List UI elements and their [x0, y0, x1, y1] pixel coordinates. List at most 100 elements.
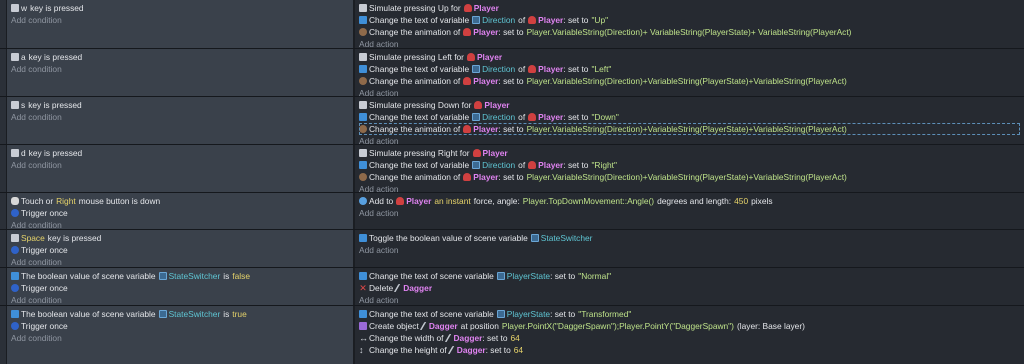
condition[interactable]: Trigger once — [11, 244, 349, 256]
condition[interactable]: Trigger once — [11, 282, 349, 294]
action-text: : set to — [485, 345, 511, 355]
expression: Player.PointX("DaggerSpawn");Player.Poin… — [501, 321, 734, 331]
event-drag-handle[interactable] — [0, 268, 7, 305]
action[interactable]: Change the text of variable Direction of Pl… — [359, 63, 1020, 75]
condition[interactable]: w key is pressed — [11, 2, 349, 14]
action[interactable]: Change the text of scene variable PlayerS… — [359, 308, 1020, 320]
conditions-panel: a key is pressed Add condition — [7, 49, 355, 96]
action-text: Change the text of variable — [369, 112, 470, 122]
add-condition-link[interactable]: Add condition — [11, 294, 349, 306]
expression: Player.VariableString(Direction)+Variabl… — [526, 172, 847, 182]
event-drag-handle[interactable] — [0, 193, 7, 229]
force-icon — [359, 197, 367, 205]
add-action-link[interactable]: Add action — [359, 207, 1020, 219]
action[interactable]: Change the animation of Player: set to Pla… — [359, 171, 1020, 183]
dagger-object-icon — [419, 322, 430, 330]
boolean-value: false — [232, 271, 250, 281]
action[interactable]: ↕ Change the height of Dagger: set to 64 — [359, 344, 1020, 356]
condition[interactable]: The boolean value of scene variable State… — [11, 308, 349, 320]
variable-icon — [11, 310, 19, 318]
add-condition-link[interactable]: Add condition — [11, 332, 349, 344]
condition[interactable]: The boolean value of scene variable State… — [11, 270, 349, 282]
player-object-icon — [474, 101, 483, 109]
object-name: Player — [473, 172, 499, 182]
action-text: : set to — [563, 160, 589, 170]
expression: Player.VariableString(Direction)+Variabl… — [526, 124, 847, 134]
condition[interactable]: Trigger once — [11, 320, 349, 332]
condition[interactable]: s key is pressed — [11, 99, 349, 111]
action[interactable]: Change the text of scene variable PlayerS… — [359, 270, 1020, 282]
event-drag-handle[interactable] — [0, 97, 7, 144]
condition-text: Trigger once — [21, 321, 68, 331]
action[interactable]: ↔ Change the width of Dagger: set to 64 — [359, 332, 1020, 344]
action-selected[interactable]: Change the animation of Player: set to Pla… — [359, 123, 1020, 135]
add-condition-link[interactable]: Add condition — [11, 63, 349, 75]
condition[interactable]: Trigger once — [11, 207, 349, 219]
string-value: "Transformed" — [578, 309, 632, 319]
keyboard-icon — [11, 4, 19, 12]
event-drag-handle[interactable] — [0, 145, 7, 192]
add-condition-link[interactable]: Add condition — [11, 159, 349, 171]
variable-chip-icon — [472, 161, 481, 169]
action[interactable]: Toggle the boolean value of scene variab… — [359, 232, 1020, 244]
variable-icon — [359, 310, 367, 318]
variable-icon — [359, 161, 367, 169]
action[interactable]: Simulate pressing Down for Player — [359, 99, 1020, 111]
action[interactable]: Simulate pressing Up for Player — [359, 2, 1020, 14]
event-drag-handle[interactable] — [0, 306, 7, 364]
action[interactable]: Change the animation of Player: set to Pla… — [359, 26, 1020, 38]
condition-text: Touch or — [21, 196, 54, 206]
string-value: "Right" — [591, 160, 617, 170]
boolean-value: true — [232, 309, 247, 319]
action[interactable]: Add to Player an instant force, angle: Playe… — [359, 195, 1020, 207]
action[interactable]: Change the text of variable Direction of Pl… — [359, 111, 1020, 123]
object-name: Player — [538, 112, 564, 122]
action[interactable]: ✕ Delete Dagger — [359, 282, 1020, 294]
condition[interactable]: a key is pressed — [11, 51, 349, 63]
condition[interactable]: Space key is pressed — [11, 232, 349, 244]
event-drag-handle[interactable] — [0, 230, 7, 267]
dagger-object-icon — [447, 346, 458, 354]
player-object-icon — [528, 113, 537, 121]
add-condition-link[interactable]: Add condition — [11, 14, 349, 26]
condition-text: key is pressed — [28, 100, 82, 110]
action[interactable]: Change the text of variable Direction of Pl… — [359, 159, 1020, 171]
action-text: : set to — [550, 271, 576, 281]
object-name: Dagger — [403, 283, 433, 293]
action-text: Simulate pressing Right for — [369, 148, 470, 158]
width-icon: ↔ — [359, 333, 368, 343]
create-object-icon — [359, 322, 367, 330]
key-name: w — [21, 3, 28, 13]
player-object-icon — [463, 173, 472, 181]
conditions-panel: Touch or Right mouse button is down Trigge… — [7, 193, 355, 230]
actions-panel: Change the text of scene variable PlayerS… — [355, 268, 1024, 305]
variable-icon — [359, 113, 367, 121]
dagger-object-icon — [444, 334, 454, 342]
expression: Player.VariableString(Direction)+Variabl… — [526, 76, 847, 86]
action-text: : set to — [563, 15, 589, 25]
event-drag-handle[interactable] — [0, 0, 7, 48]
event-drag-handle[interactable] — [0, 49, 7, 96]
condition[interactable]: Touch or Right mouse button is down — [11, 195, 349, 207]
action-text: (layer: Base layer) — [736, 321, 805, 331]
action[interactable]: Simulate pressing Right for Player — [359, 147, 1020, 159]
conditions-panel: w key is pressed Add condition — [7, 0, 355, 48]
player-object-icon — [396, 197, 405, 205]
variable-chip-icon — [530, 234, 539, 242]
player-object-icon — [528, 161, 537, 169]
object-name: Dagger — [453, 333, 483, 343]
action[interactable]: Change the animation of Player: set to Pla… — [359, 75, 1020, 87]
keyboard-icon — [359, 53, 367, 61]
action-text: Simulate pressing Up for — [369, 3, 461, 13]
action[interactable]: Change the text of variable Direction of Pl… — [359, 14, 1020, 26]
add-condition-link[interactable]: Add condition — [11, 256, 349, 268]
action[interactable]: Simulate pressing Left for Player — [359, 51, 1020, 63]
action[interactable]: Create object Dagger at position Player.Poi… — [359, 320, 1020, 332]
add-condition-link[interactable]: Add condition — [11, 111, 349, 123]
add-action-link[interactable]: Add action — [359, 244, 1020, 256]
player-object-icon — [466, 53, 475, 61]
action-text: Change the animation of — [369, 27, 461, 37]
add-action-link[interactable]: Add action — [359, 294, 1020, 306]
event-row: d key is pressed Add condition Simulate p… — [0, 144, 1024, 194]
condition[interactable]: d key is pressed — [11, 147, 349, 159]
